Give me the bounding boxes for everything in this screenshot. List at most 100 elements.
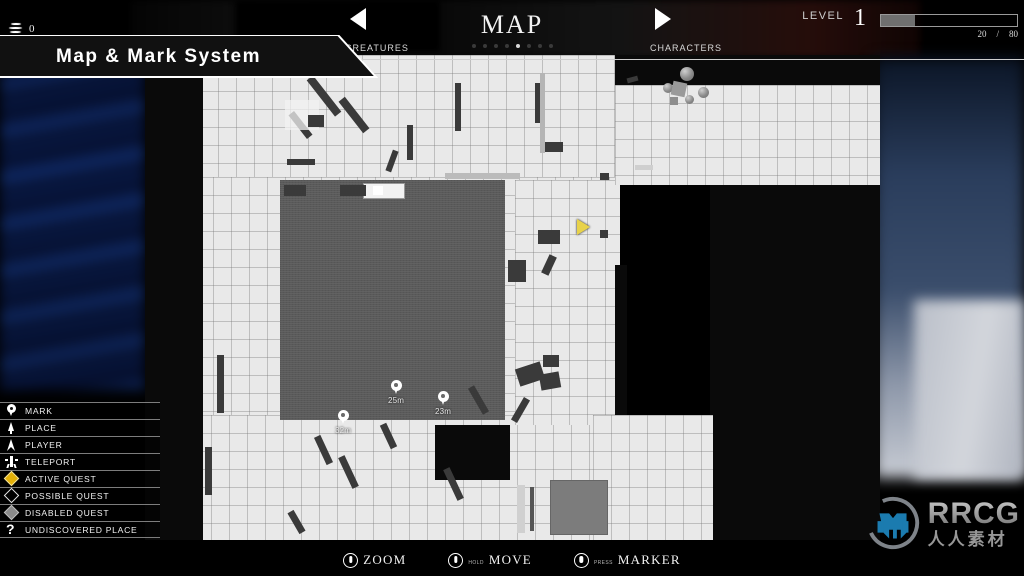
map-prop [543,355,559,367]
teleport-icon [3,455,19,469]
xp-bar-fill [881,15,915,26]
map-pin-icon [3,404,19,418]
hint-modifier: HOLD [468,560,484,566]
legend-item-teleport: TELEPORT [0,453,160,470]
map-canvas[interactable]: 25m 23m 32m [145,55,880,540]
mouse-wheel-icon [343,552,359,568]
page-dot[interactable] [482,44,487,48]
map-prop [373,186,383,195]
rrcg-logo-shape [866,496,919,550]
page-dot-active[interactable] [515,44,520,48]
map-prop [538,371,562,391]
map-marker[interactable]: 32m [335,410,351,435]
legend-label: PLAYER [25,440,63,450]
legend-item-possible-quest: POSSIBLE QUEST [0,487,160,504]
map-object-sphere [685,95,694,104]
legend-item-mark: MARK [0,402,160,419]
map-sheet-bottomright [593,415,713,540]
page-dot[interactable] [471,44,476,48]
background-left [0,55,145,390]
map-void-right [710,185,880,540]
legend-item-disabled-quest: DISABLED QUEST [0,504,160,521]
map-prop [538,230,560,244]
triangle-right-icon[interactable] [655,8,671,30]
mouse-button-icon [573,552,589,568]
map-wall [445,173,520,179]
map-marker[interactable]: 25m [388,380,404,405]
level-display: LEVEL 1 20 / 80 [802,6,1018,39]
xp-separator: / [996,29,999,39]
map-object-sphere [698,87,709,98]
map-prop [545,142,563,152]
legend-label: PLACE [25,423,57,433]
hint-label: MARKER [617,552,681,567]
map-sheet-topright [615,85,880,185]
map-object-crate [670,97,678,105]
map-pin-icon [437,391,449,406]
map-structure-edge [517,485,525,533]
page-dot[interactable] [493,44,498,48]
map-void-gap [615,265,627,425]
legend-item-active-quest: ACTIVE QUEST [0,470,160,487]
watermark-logo-icon [864,494,922,552]
map-marker-distance: 32m [335,426,352,435]
hint-move[interactable]: HOLD MOVE [448,552,532,568]
xp-current: 20 [977,29,987,39]
map-marker-distance: 23m [435,407,452,416]
tree-icon [3,421,19,435]
map-legend: MARK PLACE PLAYER TELEPORT ACTIVE QUEST … [0,402,160,538]
map-wall [287,159,315,165]
map-marker[interactable]: 23m [435,391,451,416]
map-prop [340,185,366,196]
map-wall [205,447,212,495]
map-prop [284,185,306,196]
map-prop [635,165,653,170]
map-pin-icon [337,410,349,425]
map-marker-distance: 25m [388,396,405,405]
map-pin-icon [390,380,402,395]
level-label: LEVEL [802,10,844,22]
legend-label: TELEPORT [25,457,76,467]
map-wall [407,125,413,160]
page-dot[interactable] [537,44,542,48]
map-wall [540,73,545,153]
xp-max: 80 [1009,29,1018,39]
watermark: RRCG 人人素材 [864,494,1020,552]
page-dot[interactable] [526,44,531,48]
diamond-outline-icon [3,487,20,504]
map-structure [550,480,608,535]
xp-numbers: 20 / 80 [880,29,1018,39]
watermark-subtitle: 人人素材 [927,529,1008,549]
map-object-sphere [680,67,694,81]
watermark-brand: RRCG [927,496,1020,530]
diamond-gray-icon [3,504,20,521]
player-marker [577,219,590,235]
hint-label: ZOOM [363,552,407,567]
legend-label: ACTIVE QUEST [25,474,97,484]
xp-section: 20 / 80 [880,14,1018,39]
page-dot[interactable] [548,44,553,48]
map-prop [308,115,324,127]
legend-item-player: PLAYER [0,436,160,453]
triangle-left-icon[interactable] [350,8,366,30]
background-right-object [914,300,1024,478]
question-mark-icon: ? [6,520,15,537]
map-sheet-right [515,180,620,425]
map-prop [600,230,608,238]
game-screen: 25m 23m 32m 0 MAP CREATURES CHARACTERS L… [0,0,1024,576]
control-hints: ZOOM HOLD MOVE PRESS MARKER [0,552,1024,568]
diamond-gold-icon [3,470,20,487]
map-wall [217,355,224,413]
map-prop-desk [363,183,405,199]
legend-label: MARK [25,406,53,416]
level-value: 1 [854,5,866,31]
player-arrow-icon [3,438,19,452]
map-object-crate [670,80,688,98]
legend-item-place: PLACE [0,419,160,436]
banner-title: Map & Mark System [56,46,262,67]
legend-label: UNDISCOVERED PLACE [25,524,138,535]
hint-marker[interactable]: PRESS MARKER [573,552,681,568]
hint-modifier: PRESS [593,560,613,566]
hint-zoom[interactable]: ZOOM [343,552,406,568]
page-dot[interactable] [504,44,509,48]
